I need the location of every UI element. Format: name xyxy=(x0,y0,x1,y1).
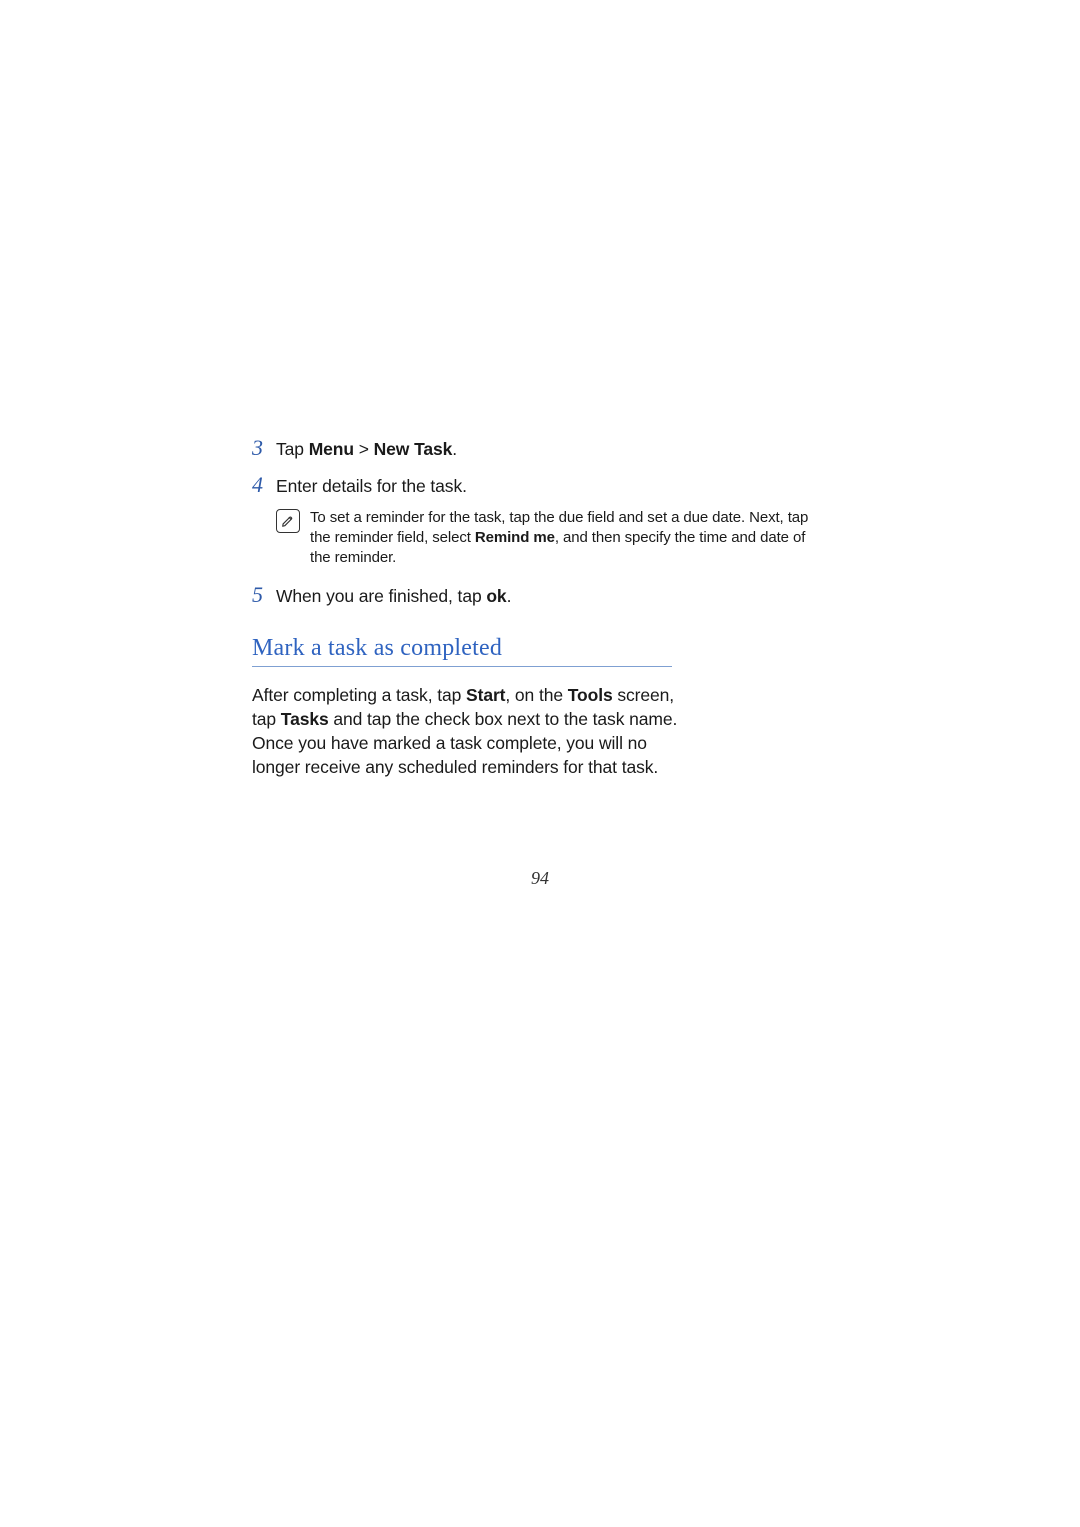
step-number: 3 xyxy=(252,435,276,461)
text-fragment: When you are finished, tap xyxy=(276,586,486,606)
step-4: 4 Enter details for the task. xyxy=(252,472,828,499)
step-3: 3 Tap Menu > New Task. xyxy=(252,435,828,462)
bold-text: New Task xyxy=(374,439,453,459)
bold-text: Remind me xyxy=(475,529,555,546)
note-callout: To set a reminder for the task, tap the … xyxy=(276,508,828,568)
page-number: 94 xyxy=(0,868,1080,889)
document-page: 3 Tap Menu > New Task. 4 Enter details f… xyxy=(0,0,1080,1527)
text-fragment: . xyxy=(452,439,457,459)
note-pencil-icon xyxy=(276,509,300,533)
step-number: 4 xyxy=(252,472,276,498)
text-fragment: Tap xyxy=(276,439,309,459)
bold-text: ok xyxy=(486,586,506,606)
section: Mark a task as completed After completin… xyxy=(252,635,828,780)
section-heading: Mark a task as completed xyxy=(252,635,672,667)
step-text: Enter details for the task. xyxy=(276,475,467,499)
note-text: To set a reminder for the task, tap the … xyxy=(310,508,828,568)
text-fragment: , on the xyxy=(505,685,567,705)
text-fragment: . xyxy=(507,586,512,606)
text-fragment: After completing a task, tap xyxy=(252,685,466,705)
section-paragraph: After completing a task, tap Start, on t… xyxy=(252,683,692,780)
bold-text: Tasks xyxy=(281,709,329,729)
pencil-svg xyxy=(281,514,295,528)
bold-text: Start xyxy=(466,685,505,705)
bold-text: Menu xyxy=(309,439,354,459)
step-text: Tap Menu > New Task. xyxy=(276,438,457,462)
step-5: 5 When you are finished, tap ok. xyxy=(252,582,828,609)
text-fragment: > xyxy=(354,439,374,459)
step-text: When you are finished, tap ok. xyxy=(276,585,511,609)
step-number: 5 xyxy=(252,582,276,608)
bold-text: Tools xyxy=(568,685,613,705)
